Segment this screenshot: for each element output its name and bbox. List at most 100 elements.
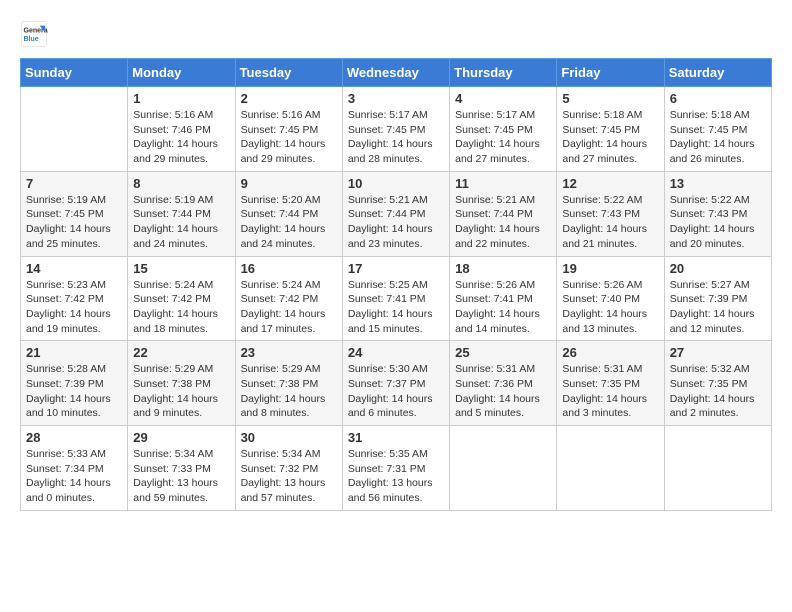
calendar-week-row: 7 Sunrise: 5:19 AM Sunset: 7:45 PM Daylig… (21, 171, 772, 256)
calendar-cell: 11 Sunrise: 5:21 AM Sunset: 7:44 PM Dayli… (450, 171, 557, 256)
day-number: 25 (455, 345, 551, 360)
day-number: 5 (562, 91, 658, 106)
day-info: Sunrise: 5:16 AM Sunset: 7:45 PM Dayligh… (241, 108, 337, 167)
calendar-cell: 29 Sunrise: 5:34 AM Sunset: 7:33 PM Dayli… (128, 426, 235, 511)
day-number: 11 (455, 176, 551, 191)
logo-icon: General Blue (20, 20, 48, 48)
day-number: 24 (348, 345, 444, 360)
day-info: Sunrise: 5:26 AM Sunset: 7:40 PM Dayligh… (562, 278, 658, 337)
weekday-header: Tuesday (235, 59, 342, 87)
day-number: 29 (133, 430, 229, 445)
day-number: 20 (670, 261, 766, 276)
calendar-cell: 3 Sunrise: 5:17 AM Sunset: 7:45 PM Daylig… (342, 87, 449, 172)
day-info: Sunrise: 5:32 AM Sunset: 7:35 PM Dayligh… (670, 362, 766, 421)
calendar-header-row: SundayMondayTuesdayWednesdayThursdayFrid… (21, 59, 772, 87)
calendar-cell: 4Sunrise: 5:17 AM Sunset: 7:45 PM Daylig… (450, 87, 557, 172)
calendar-cell (557, 426, 664, 511)
day-number: 6 (670, 91, 766, 106)
calendar-cell: 25 Sunrise: 5:31 AM Sunset: 7:36 PM Dayli… (450, 341, 557, 426)
day-number: 4 (455, 91, 551, 106)
calendar-week-row: 1 Sunrise: 5:16 AM Sunset: 7:46 PM Daylig… (21, 87, 772, 172)
calendar-cell: 19 Sunrise: 5:26 AM Sunset: 7:40 PM Dayli… (557, 256, 664, 341)
calendar-cell: 2 Sunrise: 5:16 AM Sunset: 7:45 PM Daylig… (235, 87, 342, 172)
day-info: Sunrise: 5:21 AM Sunset: 7:44 PM Dayligh… (455, 193, 551, 252)
weekday-header: Thursday (450, 59, 557, 87)
day-number: 27 (670, 345, 766, 360)
calendar-cell: 6 Sunrise: 5:18 AM Sunset: 7:45 PM Daylig… (664, 87, 771, 172)
day-number: 9 (241, 176, 337, 191)
calendar-cell: 8 Sunrise: 5:19 AM Sunset: 7:44 PM Daylig… (128, 171, 235, 256)
day-number: 26 (562, 345, 658, 360)
svg-text:Blue: Blue (24, 36, 39, 43)
calendar-cell: 18 Sunrise: 5:26 AM Sunset: 7:41 PM Dayli… (450, 256, 557, 341)
day-info: Sunrise: 5:31 AM Sunset: 7:35 PM Dayligh… (562, 362, 658, 421)
day-info: Sunrise: 5:24 AM Sunset: 7:42 PM Dayligh… (133, 278, 229, 337)
calendar-table: SundayMondayTuesdayWednesdayThursdayFrid… (20, 58, 772, 511)
day-info: Sunrise: 5:18 AM Sunset: 7:45 PM Dayligh… (562, 108, 658, 167)
day-number: 7 (26, 176, 122, 191)
day-number: 14 (26, 261, 122, 276)
day-number: 12 (562, 176, 658, 191)
calendar-cell: 28Sunrise: 5:33 AM Sunset: 7:34 PM Dayli… (21, 426, 128, 511)
logo: General Blue (20, 20, 52, 48)
calendar-cell: 15 Sunrise: 5:24 AM Sunset: 7:42 PM Dayli… (128, 256, 235, 341)
day-number: 8 (133, 176, 229, 191)
day-number: 15 (133, 261, 229, 276)
day-number: 31 (348, 430, 444, 445)
calendar-cell: 26 Sunrise: 5:31 AM Sunset: 7:35 PM Dayli… (557, 341, 664, 426)
calendar-cell: 27 Sunrise: 5:32 AM Sunset: 7:35 PM Dayli… (664, 341, 771, 426)
day-number: 1 (133, 91, 229, 106)
day-info: Sunrise: 5:21 AM Sunset: 7:44 PM Dayligh… (348, 193, 444, 252)
calendar-cell: 17Sunrise: 5:25 AM Sunset: 7:41 PM Dayli… (342, 256, 449, 341)
day-number: 3 (348, 91, 444, 106)
day-number: 10 (348, 176, 444, 191)
day-info: Sunrise: 5:23 AM Sunset: 7:42 PM Dayligh… (26, 278, 122, 337)
calendar-cell: 16Sunrise: 5:24 AM Sunset: 7:42 PM Dayli… (235, 256, 342, 341)
day-info: Sunrise: 5:26 AM Sunset: 7:41 PM Dayligh… (455, 278, 551, 337)
day-number: 21 (26, 345, 122, 360)
calendar-cell: 5 Sunrise: 5:18 AM Sunset: 7:45 PM Daylig… (557, 87, 664, 172)
calendar-cell: 10 Sunrise: 5:21 AM Sunset: 7:44 PM Dayli… (342, 171, 449, 256)
day-info: Sunrise: 5:35 AM Sunset: 7:31 PM Dayligh… (348, 447, 444, 506)
day-info: Sunrise: 5:31 AM Sunset: 7:36 PM Dayligh… (455, 362, 551, 421)
day-info: Sunrise: 5:19 AM Sunset: 7:45 PM Dayligh… (26, 193, 122, 252)
day-info: Sunrise: 5:18 AM Sunset: 7:45 PM Dayligh… (670, 108, 766, 167)
calendar-cell: 12Sunrise: 5:22 AM Sunset: 7:43 PM Dayli… (557, 171, 664, 256)
calendar-cell: 13Sunrise: 5:22 AM Sunset: 7:43 PM Dayli… (664, 171, 771, 256)
day-info: Sunrise: 5:28 AM Sunset: 7:39 PM Dayligh… (26, 362, 122, 421)
calendar-cell: 20Sunrise: 5:27 AM Sunset: 7:39 PM Dayli… (664, 256, 771, 341)
weekday-header: Sunday (21, 59, 128, 87)
calendar-week-row: 21 Sunrise: 5:28 AM Sunset: 7:39 PM Dayli… (21, 341, 772, 426)
calendar-cell: 31 Sunrise: 5:35 AM Sunset: 7:31 PM Dayli… (342, 426, 449, 511)
calendar-week-row: 28Sunrise: 5:33 AM Sunset: 7:34 PM Dayli… (21, 426, 772, 511)
weekday-header: Saturday (664, 59, 771, 87)
day-info: Sunrise: 5:16 AM Sunset: 7:46 PM Dayligh… (133, 108, 229, 167)
day-number: 18 (455, 261, 551, 276)
calendar-cell (664, 426, 771, 511)
day-number: 2 (241, 91, 337, 106)
weekday-header: Wednesday (342, 59, 449, 87)
day-number: 17 (348, 261, 444, 276)
day-number: 30 (241, 430, 337, 445)
day-info: Sunrise: 5:20 AM Sunset: 7:44 PM Dayligh… (241, 193, 337, 252)
calendar-cell (450, 426, 557, 511)
calendar-cell: 22 Sunrise: 5:29 AM Sunset: 7:38 PM Dayli… (128, 341, 235, 426)
day-info: Sunrise: 5:17 AM Sunset: 7:45 PM Dayligh… (348, 108, 444, 167)
day-info: Sunrise: 5:22 AM Sunset: 7:43 PM Dayligh… (670, 193, 766, 252)
calendar-cell: 7 Sunrise: 5:19 AM Sunset: 7:45 PM Daylig… (21, 171, 128, 256)
page-header: General Blue (20, 20, 772, 48)
calendar-cell: 14 Sunrise: 5:23 AM Sunset: 7:42 PM Dayli… (21, 256, 128, 341)
day-number: 22 (133, 345, 229, 360)
calendar-cell: 30Sunrise: 5:34 AM Sunset: 7:32 PM Dayli… (235, 426, 342, 511)
calendar-cell: 9 Sunrise: 5:20 AM Sunset: 7:44 PM Daylig… (235, 171, 342, 256)
day-info: Sunrise: 5:29 AM Sunset: 7:38 PM Dayligh… (241, 362, 337, 421)
calendar-cell: 21 Sunrise: 5:28 AM Sunset: 7:39 PM Dayli… (21, 341, 128, 426)
day-number: 19 (562, 261, 658, 276)
day-info: Sunrise: 5:29 AM Sunset: 7:38 PM Dayligh… (133, 362, 229, 421)
day-info: Sunrise: 5:34 AM Sunset: 7:33 PM Dayligh… (133, 447, 229, 506)
day-info: Sunrise: 5:24 AM Sunset: 7:42 PM Dayligh… (241, 278, 337, 337)
calendar-cell: 24Sunrise: 5:30 AM Sunset: 7:37 PM Dayli… (342, 341, 449, 426)
day-info: Sunrise: 5:19 AM Sunset: 7:44 PM Dayligh… (133, 193, 229, 252)
weekday-header: Friday (557, 59, 664, 87)
day-number: 28 (26, 430, 122, 445)
